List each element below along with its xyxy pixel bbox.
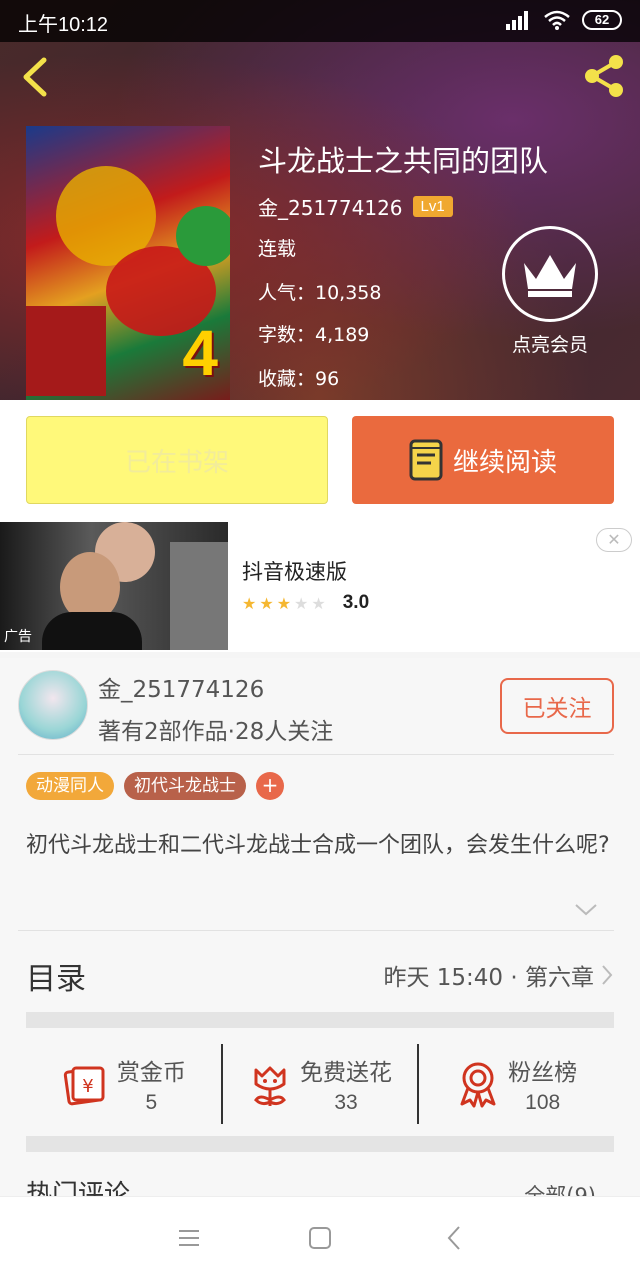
star-icon: ★ [276,593,292,613]
stat-fans[interactable]: 粉丝榜 108 [417,1044,614,1124]
crown-icon [502,226,598,322]
tag-list: 动漫同人 初代斗龙战士 + [26,772,284,800]
continue-reading-button[interactable]: 继续阅读 [352,416,614,504]
star-icon: ★ [311,593,326,613]
on-shelf-button[interactable]: 已在书架 [26,416,328,504]
chevron-right-icon [602,965,613,985]
book-status: 连载 [258,238,297,260]
nav-back-icon[interactable] [440,1223,470,1253]
author-card-name[interactable]: 金_251774126 [98,670,264,704]
author-card: 金_251774126 著有2部作品·28人关注 已关注 动漫同人 初代斗龙战士… [0,658,640,1210]
ad-title[interactable]: 抖音极速版 [242,556,347,586]
divider [18,754,614,755]
status-time: 上午10:12 [18,14,109,36]
medal-icon [460,1062,496,1108]
level-badge: Lv1 [412,196,453,217]
status-bar: 上午10:12 62 [0,0,640,42]
flower-icon [254,1066,286,1106]
stat-flower-value: 33 [334,1091,358,1114]
book-words: 字数：4,189 [258,324,370,346]
cover-number: 4 [182,317,218,389]
back-icon[interactable] [18,56,52,98]
menu-icon[interactable] [174,1223,204,1253]
star-icon: ★ [294,593,309,613]
stats-row: ¥ 赏金币 5 免费送花 33 粉丝榜 108 [26,1044,614,1124]
section-separator [26,1136,614,1152]
vip-button[interactable]: 点亮会员 [500,226,600,357]
home-icon[interactable] [305,1223,335,1253]
status-icons: 62 [506,10,622,30]
divider [18,930,614,931]
book-description: 初代斗龙战士和二代斗龙战士合成一个团队，会发生什么呢? [26,833,610,858]
author-row: 金_251774126 Lv1 [258,192,453,221]
wifi-icon [544,10,570,30]
tag-anime[interactable]: 动漫同人 [26,772,114,800]
chevron-down-icon[interactable] [574,902,598,918]
stat-fans-label: 粉丝榜 [508,1060,578,1086]
vip-label: 点亮会员 [511,334,588,356]
stat-reward[interactable]: ¥ 赏金币 5 [26,1044,221,1124]
avatar[interactable] [18,670,88,740]
action-area: 已在书架 继续阅读 [0,400,640,520]
section-separator [26,1012,614,1028]
add-tag-icon[interactable]: + [256,772,284,800]
svg-text:¥: ¥ [82,1076,93,1097]
star-icon: ★ [259,593,274,613]
stat-reward-label: 赏金币 [116,1060,186,1086]
stat-fans-value: 108 [525,1091,561,1114]
book-cover[interactable]: 4 [26,126,230,400]
book-title: 斗龙战士之共同的团队 [258,144,549,178]
stat-reward-value: 5 [145,1091,158,1114]
tag-doulong[interactable]: 初代斗龙战士 [124,772,246,800]
signal-icon [506,10,532,30]
author-card-subtitle: 著有2部作品·28人关注 [98,719,334,745]
stat-flower-label: 免费送花 [300,1060,392,1086]
reward-coin-icon: ¥ [63,1066,105,1106]
follow-button[interactable]: 已关注 [500,678,614,734]
system-nav-bar [0,1196,640,1280]
star-icon: ★ [242,593,257,613]
ad-rating-stars: ★ ★ ★ ★ ★ 3.0 [242,592,369,614]
continue-reading-label: 继续阅读 [452,447,557,478]
book-favorites: 收藏：96 [258,368,340,390]
ad-tag: 广告 [4,629,32,645]
toc-row[interactable]: 目录 昨天 15:40 · 第六章 [26,954,614,1004]
book-icon [409,439,443,481]
ad-rating: 3.0 [342,592,370,613]
stat-flower[interactable]: 免费送花 33 [220,1044,418,1124]
toc-title: 目录 [26,962,86,997]
share-icon[interactable] [580,52,628,100]
battery-icon: 62 [582,10,622,30]
book-header: 4 斗龙战士之共同的团队 金_251774126 Lv1 连载 人气：10,35… [0,0,640,400]
toc-latest-chapter: 昨天 15:40 · 第六章 [383,965,594,991]
ad-image[interactable]: 广告 [0,522,228,650]
ad-close-icon[interactable]: ✕ [596,528,632,552]
author-name[interactable]: 金_251774126 [258,192,403,221]
book-popularity: 人气：10,358 [258,282,382,304]
ad-banner[interactable]: 广告 抖音极速版 ★ ★ ★ ★ ★ 3.0 ✕ [0,520,640,652]
